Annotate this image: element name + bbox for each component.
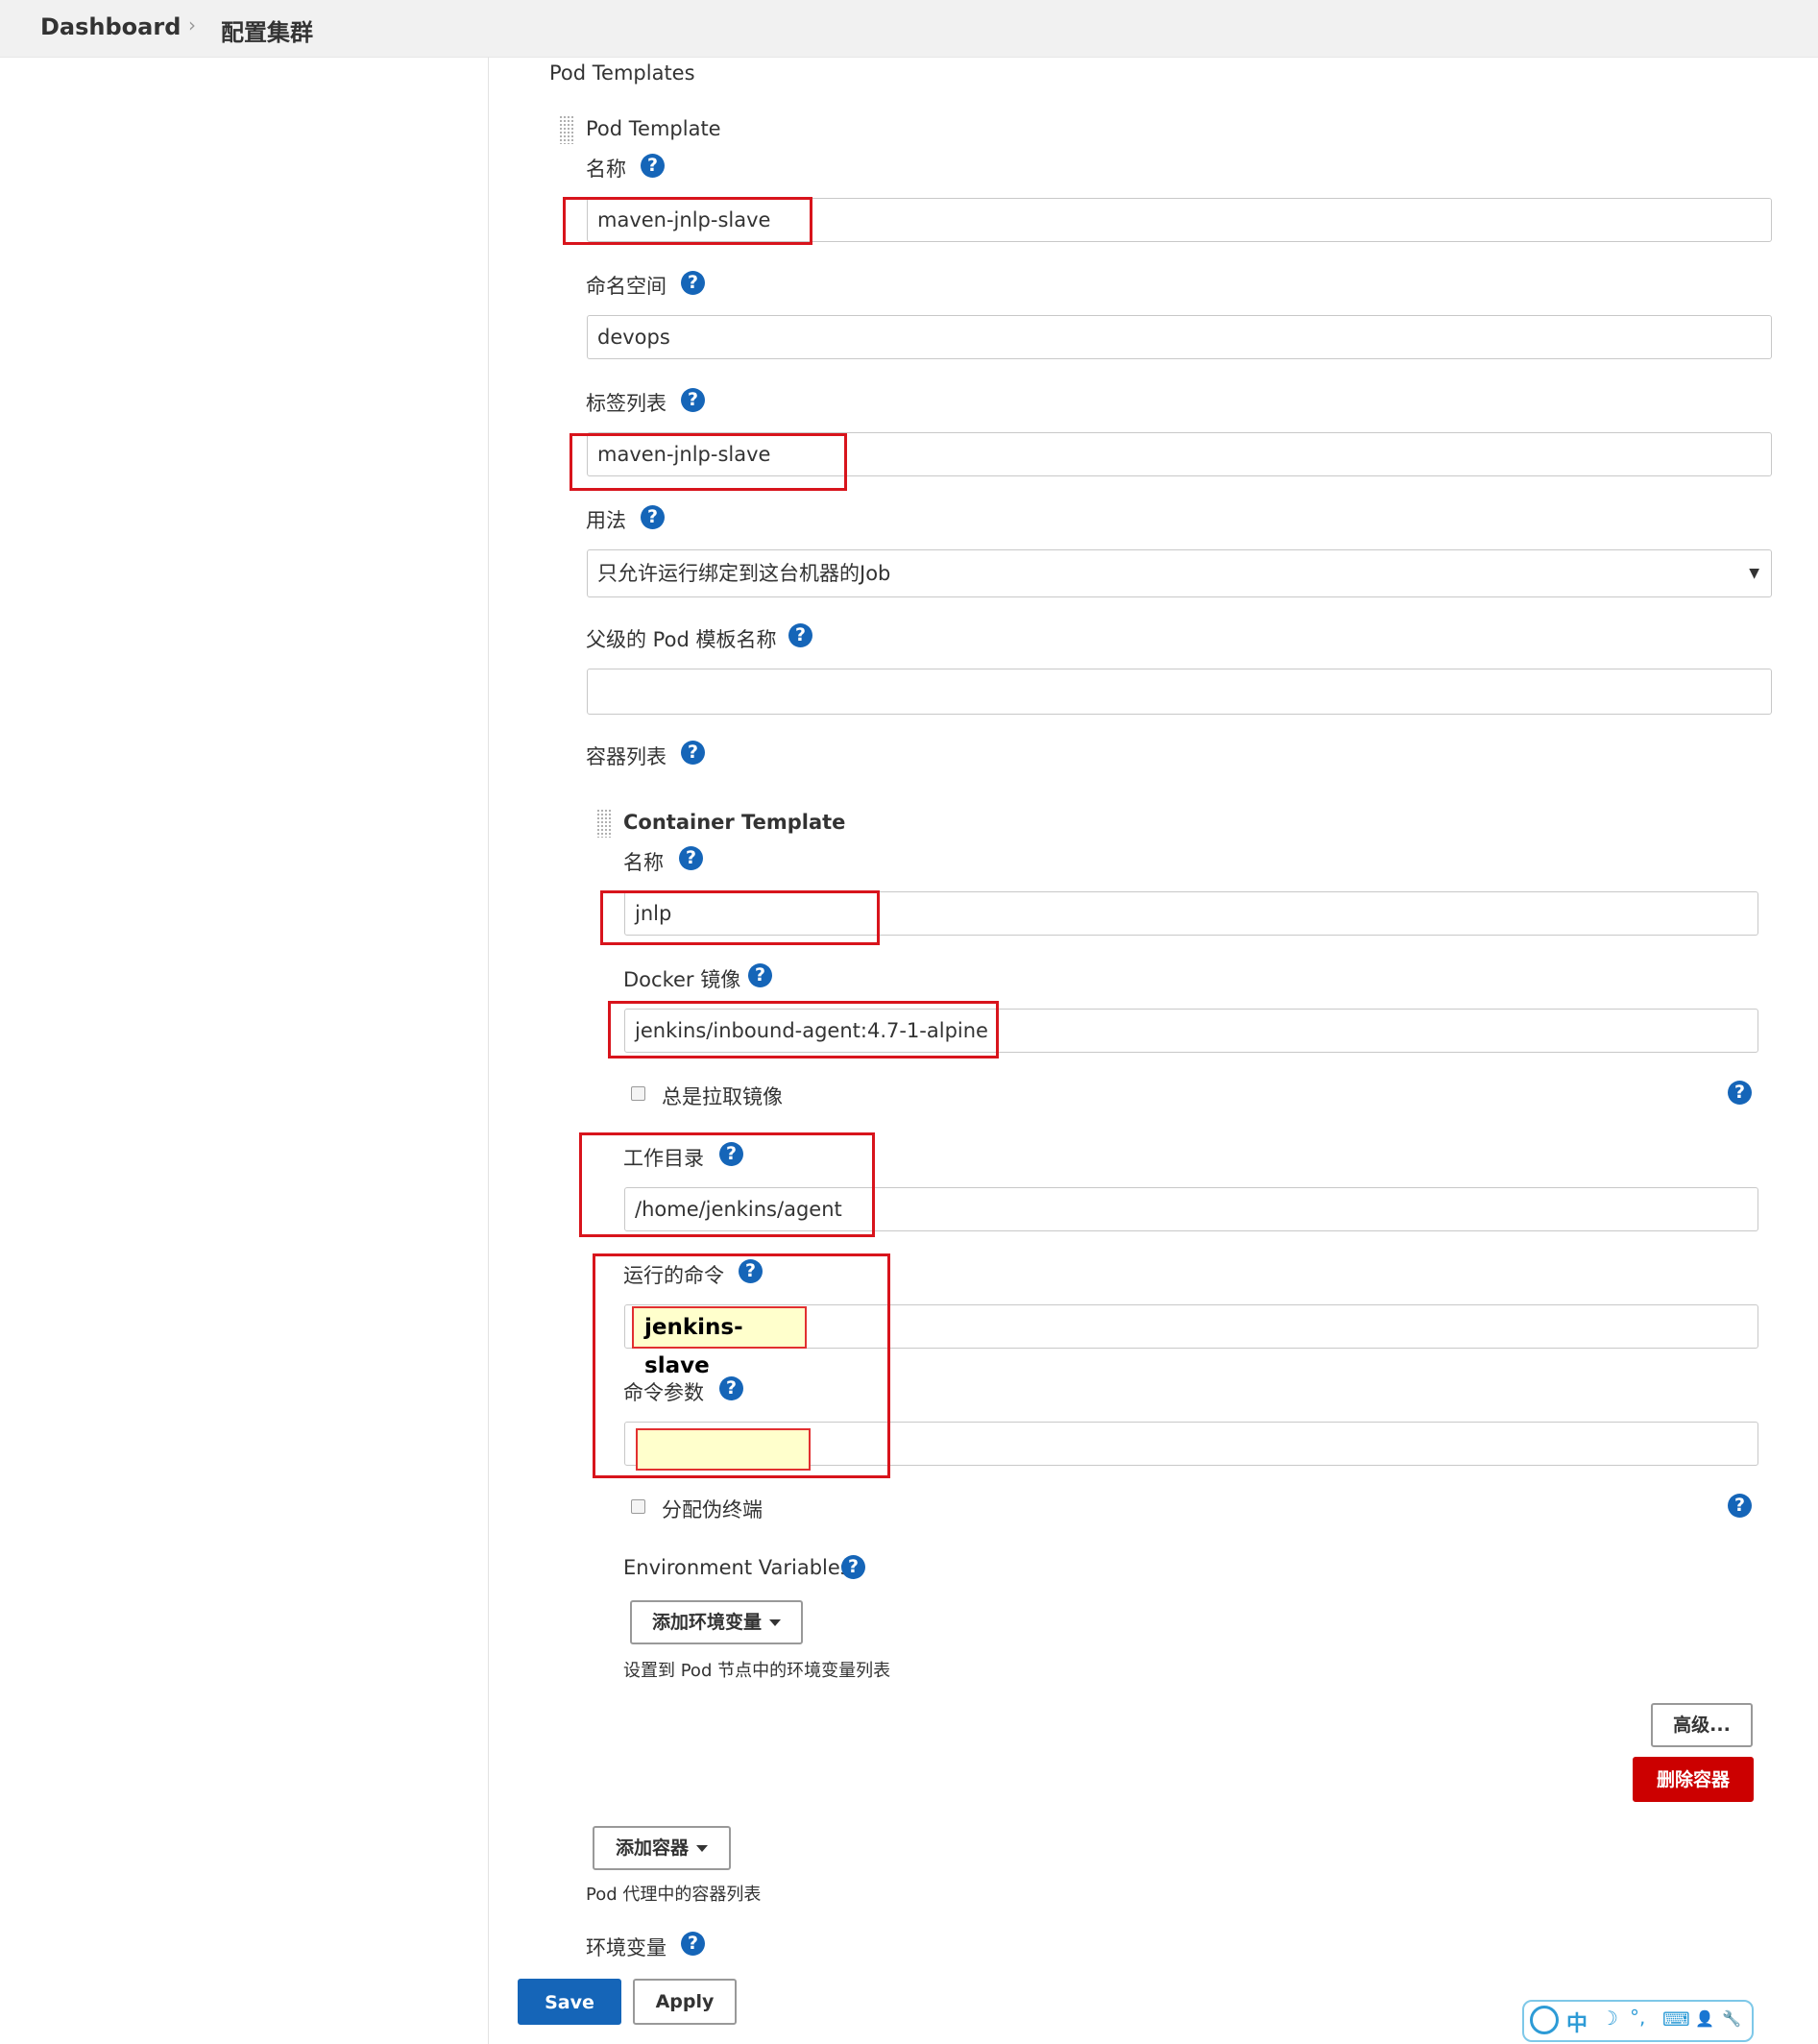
help-icon[interactable]: ? <box>748 963 772 987</box>
namespace-label: 命名空间 <box>586 275 667 298</box>
help-icon[interactable]: ? <box>641 505 665 529</box>
add-env-var-button[interactable]: 添加环境变量 <box>630 1600 803 1644</box>
ime-chinese-mode-icon[interactable]: 中 <box>1566 2007 1588 2037</box>
save-button[interactable]: Save <box>518 1979 621 2025</box>
caret-down-icon <box>696 1845 708 1852</box>
env-vars-label: Environment Variables <box>623 1556 851 1579</box>
annotation-box <box>600 890 880 945</box>
ime-keyboard-icon[interactable]: ⌨ <box>1662 2008 1690 2031</box>
parent-template-label: 父级的 Pod 模板名称 <box>586 628 777 651</box>
container-template-title: Container Template <box>623 811 846 834</box>
tty-checkbox[interactable] <box>631 1499 645 1514</box>
apply-button[interactable]: Apply <box>633 1979 737 2025</box>
always-pull-checkbox[interactable] <box>631 1086 645 1101</box>
tty-label: 分配伪终端 <box>662 1498 763 1521</box>
ime-moon-icon[interactable]: ☽ <box>1601 2007 1618 2030</box>
env-vars-note: 设置到 Pod 节点中的环境变量列表 <box>623 1661 891 1681</box>
add-container-note: Pod 代理中的容器列表 <box>586 1885 762 1905</box>
usage-select[interactable]: 只允许运行绑定到这台机器的Job ▼ <box>587 549 1772 597</box>
add-container-button[interactable]: 添加容器 <box>593 1826 731 1870</box>
breadcrumb-separator-icon: › <box>188 13 196 36</box>
annotation-box <box>570 433 847 491</box>
help-icon[interactable]: ? <box>681 1932 705 1956</box>
containers-label: 容器列表 <box>586 745 667 768</box>
advanced-button[interactable]: 高级... <box>1651 1703 1753 1747</box>
breadcrumb-dashboard[interactable]: Dashboard <box>40 13 181 40</box>
delete-container-button[interactable]: 删除容器 <box>1633 1757 1754 1802</box>
help-icon[interactable]: ? <box>681 741 705 765</box>
help-icon[interactable]: ? <box>1728 1494 1752 1518</box>
ime-toolbar[interactable]: 中 ☽ °, ⌨ 👤 🔧 <box>1522 2000 1754 2042</box>
help-icon[interactable]: ? <box>679 846 703 870</box>
help-icon[interactable]: ? <box>841 1555 865 1579</box>
help-icon[interactable]: ? <box>1728 1081 1752 1105</box>
pod-template-title: Pod Template <box>586 117 721 140</box>
help-icon[interactable]: ? <box>681 388 705 412</box>
namespace-input[interactable]: devops <box>587 315 1772 359</box>
breadcrumb-current[interactable]: 配置集群 <box>221 13 313 47</box>
annotation-box <box>608 1001 999 1058</box>
drag-handle-icon[interactable] <box>559 115 574 144</box>
add-container-button-label: 添加容器 <box>615 1837 689 1859</box>
container-name-label: 名称 <box>623 851 664 874</box>
help-icon[interactable]: ? <box>641 154 665 178</box>
annotation-box <box>579 1132 875 1237</box>
drag-handle-icon[interactable] <box>596 809 612 838</box>
usage-select-value: 只允许运行绑定到这台机器的Job <box>597 562 891 585</box>
always-pull-label: 总是拉取镜像 <box>662 1085 783 1108</box>
ime-user-icon[interactable]: 👤 <box>1695 2009 1714 2028</box>
usage-label: 用法 <box>586 509 626 532</box>
docker-image-label: Docker 镜像 <box>623 968 741 991</box>
labels-label: 标签列表 <box>586 392 667 415</box>
pod-templates-title: Pod Templates <box>549 61 695 85</box>
chevron-down-icon: ▼ <box>1749 566 1759 581</box>
parent-template-input[interactable] <box>587 669 1772 715</box>
annotation-box <box>593 1253 890 1478</box>
ime-settings-icon[interactable]: 🔧 <box>1722 2009 1741 2028</box>
pod-name-label: 名称 <box>586 158 626 181</box>
help-icon[interactable]: ? <box>681 271 705 295</box>
ime-logo-icon <box>1530 2006 1559 2034</box>
help-icon[interactable]: ? <box>788 623 812 647</box>
add-env-var-button-label: 添加环境变量 <box>651 1612 762 1633</box>
caret-down-icon <box>769 1619 781 1626</box>
annotation-box <box>563 197 812 245</box>
breadcrumb-bar: Dashboard › 配置集群 <box>0 0 1818 58</box>
pod-env-label: 环境变量 <box>586 1936 667 1959</box>
ime-punctuation-icon[interactable]: °, <box>1630 2006 1645 2029</box>
sidebar-divider <box>488 57 489 2044</box>
